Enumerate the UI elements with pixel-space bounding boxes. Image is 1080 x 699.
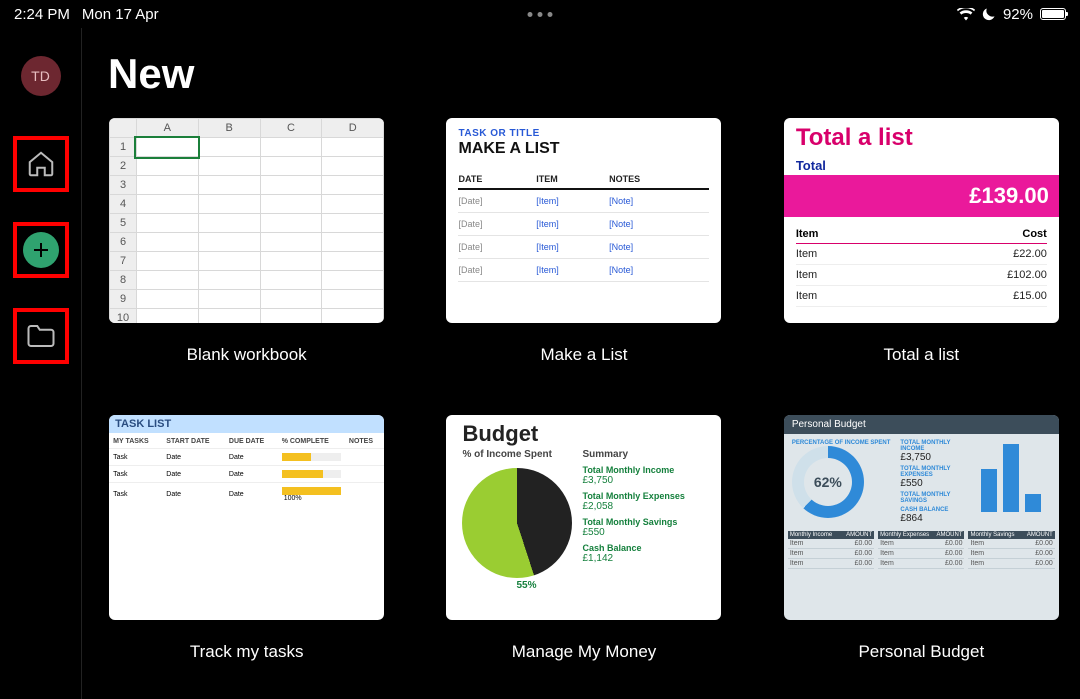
dnd-moon-icon bbox=[982, 7, 996, 21]
template-blank-workbook[interactable]: ABCD12345678910 Blank workbook bbox=[108, 118, 385, 365]
template-manage-my-money[interactable]: Budget % of Income Spent 55% Summary Tot… bbox=[445, 415, 722, 662]
donut-icon: 62% bbox=[792, 446, 864, 518]
thumb-manage-money: Budget % of Income Spent 55% Summary Tot… bbox=[446, 415, 721, 620]
plus-icon bbox=[23, 232, 59, 268]
template-track-my-tasks[interactable]: TASK LIST MY TASKSSTART DATEDUE DATE% CO… bbox=[108, 415, 385, 662]
home-button[interactable] bbox=[13, 136, 69, 192]
thumb-make-a-list: TASK OR TITLE MAKE A LIST DATEITEMNOTES[… bbox=[446, 118, 721, 323]
pie-icon bbox=[462, 468, 572, 578]
template-make-a-list[interactable]: TASK OR TITLE MAKE A LIST DATEITEMNOTES[… bbox=[445, 118, 722, 365]
thumb-personal-budget: Personal Budget PERCENTAGE OF INCOME SPE… bbox=[784, 415, 1059, 620]
template-grid: ABCD12345678910 Blank workbook TASK OR T… bbox=[108, 118, 1060, 662]
template-total-a-list[interactable]: Total a list Total £139.00 ItemCostItem£… bbox=[783, 118, 1060, 365]
template-caption: Track my tasks bbox=[190, 642, 304, 662]
thumb-track-tasks: TASK LIST MY TASKSSTART DATEDUE DATE% CO… bbox=[109, 415, 384, 620]
status-time: 2:24 PM bbox=[14, 6, 70, 23]
status-date: Mon 17 Apr bbox=[82, 6, 159, 23]
thumb-total-a-list: Total a list Total £139.00 ItemCostItem£… bbox=[784, 118, 1059, 323]
battery-icon bbox=[1040, 8, 1066, 20]
template-caption: Total a list bbox=[884, 345, 960, 365]
battery-pct: 92% bbox=[1003, 6, 1033, 23]
status-bar: 2:24 PM Mon 17 Apr 92% bbox=[0, 0, 1080, 28]
avatar[interactable]: TD bbox=[21, 56, 61, 96]
template-caption: Make a List bbox=[541, 345, 628, 365]
page-title: New bbox=[108, 50, 1060, 98]
template-caption: Manage My Money bbox=[512, 642, 657, 662]
template-personal-budget[interactable]: Personal Budget PERCENTAGE OF INCOME SPE… bbox=[783, 415, 1060, 662]
bar-chart-icon bbox=[981, 440, 1051, 512]
template-caption: Personal Budget bbox=[858, 642, 984, 662]
wifi-icon bbox=[957, 8, 975, 21]
new-button[interactable] bbox=[13, 222, 69, 278]
sidebar: TD bbox=[0, 28, 82, 699]
thumb-blank-workbook: ABCD12345678910 bbox=[109, 118, 384, 323]
files-button[interactable] bbox=[13, 308, 69, 364]
template-caption: Blank workbook bbox=[187, 345, 307, 365]
multitask-dots[interactable] bbox=[528, 12, 553, 17]
